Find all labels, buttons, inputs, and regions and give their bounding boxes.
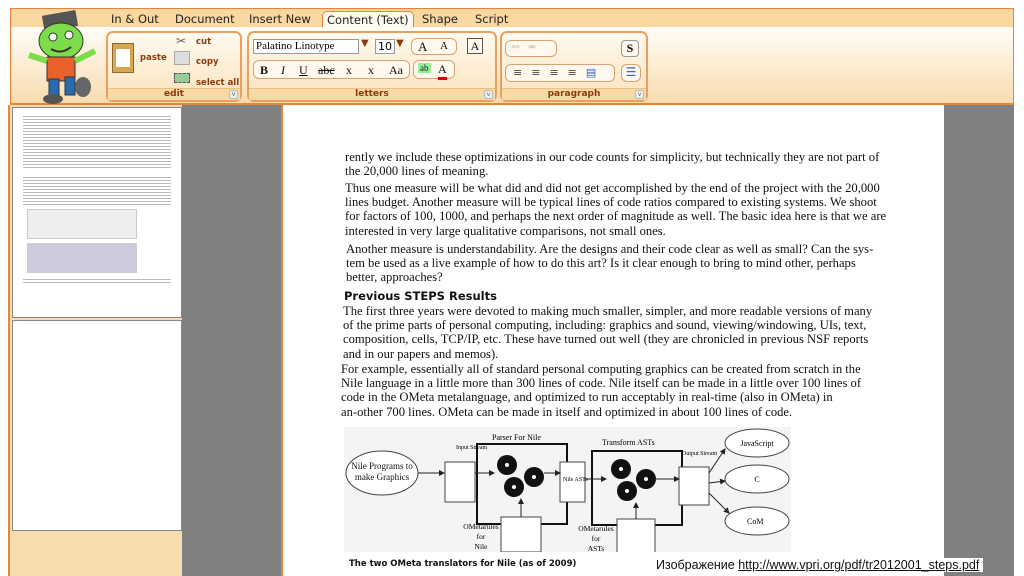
font-name-input[interactable]: Palatino Linotype	[253, 39, 359, 54]
alignment-group: ≡≡≡≡▤	[505, 64, 615, 82]
paragraph-1: rently we include these optimizations in…	[345, 150, 879, 178]
paragraph-5: For example, essentially all of standard…	[341, 362, 861, 419]
subscript-button[interactable]: x	[346, 63, 352, 78]
text-line: better, approaches?	[346, 270, 443, 285]
credit-prefix: Изображение	[656, 558, 739, 572]
select-all-icon[interactable]	[174, 73, 190, 83]
image-credit: Изображение http://www.vpri.org/pdf/tr20…	[652, 558, 984, 572]
target-com: CoM	[747, 517, 763, 526]
letters-expand-icon[interactable]: v	[484, 90, 493, 99]
align-left-icon[interactable]: ≡	[513, 66, 531, 79]
align-center-icon[interactable]: ≡	[531, 66, 549, 79]
superscript-button[interactable]: x	[368, 63, 374, 78]
credit-link[interactable]: http://www.vpri.org/pdf/tr2012001_steps.…	[738, 558, 979, 572]
paste-icon[interactable]	[112, 43, 134, 73]
text-line: lines budget. Another measure will be ty…	[345, 195, 877, 210]
text-style-group: B I U abc x x Aa	[253, 60, 410, 79]
rules-asts-label: OMetarules for ASTs	[578, 524, 613, 552]
input-stream-box	[444, 461, 476, 503]
scissors-icon[interactable]: ✂	[176, 34, 186, 48]
text-line: tem be used as a live example of how to …	[346, 256, 856, 271]
thumbnail-panel	[8, 105, 182, 576]
text-line: interested in very large qualitative com…	[345, 223, 666, 238]
text-line: the 20,000 lines of meaning.	[345, 164, 489, 179]
text-box-button[interactable]: A	[467, 38, 483, 54]
parser-label: Parser For Nile	[492, 433, 541, 442]
color-group: ab A	[413, 60, 455, 80]
mascot-logo-icon	[28, 9, 97, 104]
font-dropdown-icon[interactable]: ▼	[361, 38, 369, 49]
justify-full-icon[interactable]: ▤	[586, 66, 605, 79]
paragraph-2: Thus one measure will be what did and di…	[345, 181, 886, 238]
rules-nile-label: OMetarules for Nile	[463, 522, 498, 551]
text-line: Thus one measure will be what did and di…	[345, 181, 880, 195]
nile-asts-label: Nile ASTs	[563, 477, 588, 483]
paragraph-group: ⚯ ⚮ S ≡≡≡≡▤ ☰ paragraph v	[500, 31, 648, 102]
target-c: C	[754, 475, 759, 484]
text-line: Nile language in a little more than 300 …	[341, 376, 862, 391]
paragraph-3: Another measure is understandability. Ar…	[346, 242, 873, 285]
highlight-button[interactable]: ab	[418, 63, 431, 73]
unlink-icon[interactable]: ⚮	[528, 43, 536, 53]
transform-label: Transform ASTs	[602, 438, 655, 447]
text-line: For example, essentially all of standard…	[341, 362, 861, 376]
grow-font-button[interactable]: A	[418, 39, 427, 55]
transform-box	[591, 450, 683, 526]
text-line: code in the OMeta metalanguage, and opti…	[341, 390, 833, 405]
size-adjust-group: A A	[411, 38, 457, 55]
diagram-drawing: Input Stream Parser For Nile Nile ASTs T…	[345, 428, 790, 552]
change-case-button[interactable]: Aa	[389, 63, 403, 78]
font-color-button[interactable]: A	[438, 62, 447, 80]
text-line: Another measure is understandability. Ar…	[346, 242, 874, 256]
justify-icon[interactable]: ≡	[568, 66, 586, 79]
paragraph-4: The first three years were devoted to ma…	[343, 304, 872, 361]
input-stream-label: Input Stream	[456, 445, 487, 451]
style-button[interactable]: S	[621, 40, 639, 57]
page-thumbnail-1[interactable]	[12, 107, 182, 318]
link-icon[interactable]: ⚯	[512, 43, 520, 53]
paste-button[interactable]: paste	[140, 53, 167, 63]
text-line: and in our papers and memos).	[343, 346, 499, 361]
letters-group: Palatino Linotype ▼ 10 ▼ A A A B I U abc…	[247, 31, 497, 102]
italic-button[interactable]: I	[281, 63, 285, 78]
document-page[interactable]: rently we include these optimizations in…	[281, 105, 944, 576]
text-line: an-other 700 lines. OMeta can be made in…	[341, 404, 793, 419]
line-spacing-icon[interactable]: ☰	[621, 64, 641, 82]
nile-translators-diagram: Input Stream Parser For Nile Nile ASTs T…	[344, 427, 791, 552]
section-heading: Previous STEPS Results	[344, 289, 497, 303]
output-stream-box	[678, 466, 710, 506]
output-stream-label: Output Stream	[682, 451, 717, 457]
canvas-background-left	[182, 105, 281, 576]
source-label: Nile Programs to make Graphics	[351, 461, 413, 482]
bold-button[interactable]: B	[260, 63, 268, 78]
paragraph-expand-icon[interactable]: v	[635, 90, 644, 99]
link-unlink-group: ⚯ ⚮	[505, 40, 557, 57]
text-line: rently we include these optimizations in…	[345, 150, 880, 164]
text-line: The first three years were devoted to ma…	[343, 304, 873, 318]
text-line: of the prime parts of personal computing…	[343, 318, 867, 333]
text-line: for factors of 100, 1000, and perhaps th…	[345, 209, 887, 224]
underline-button[interactable]: U	[299, 63, 308, 78]
cut-button[interactable]: cut	[196, 37, 211, 47]
edit-group: paste ✂ cut copy select all edit v	[106, 31, 242, 102]
letters-group-label: letters	[249, 88, 495, 100]
paragraph-group-label: paragraph	[502, 88, 646, 100]
page-thumbnail-2[interactable]	[12, 320, 182, 531]
target-javascript: JavaScript	[740, 439, 774, 448]
figure-caption: The two OMeta translators for Nile (as o…	[349, 559, 577, 569]
menu-tab-bar: In & Out Document Insert New Content (Te…	[10, 8, 1014, 29]
canvas-background-right	[944, 105, 1014, 576]
select-all-button[interactable]: select all	[196, 78, 239, 88]
text-line: composition, cells, TCP/IP, etc. These h…	[343, 332, 869, 347]
font-size-input[interactable]: 10	[375, 39, 395, 54]
ribbon: paste ✂ cut copy select all edit v Palat…	[10, 9, 1014, 105]
edit-group-label: edit	[108, 88, 240, 100]
size-dropdown-icon[interactable]: ▼	[396, 38, 404, 49]
copy-button[interactable]: copy	[196, 57, 219, 67]
copy-icon[interactable]	[174, 51, 190, 65]
edit-expand-icon[interactable]: v	[229, 90, 238, 99]
strikethrough-button[interactable]: abc	[318, 63, 335, 78]
shrink-font-button[interactable]: A	[440, 40, 448, 52]
align-right-icon[interactable]: ≡	[549, 66, 567, 79]
